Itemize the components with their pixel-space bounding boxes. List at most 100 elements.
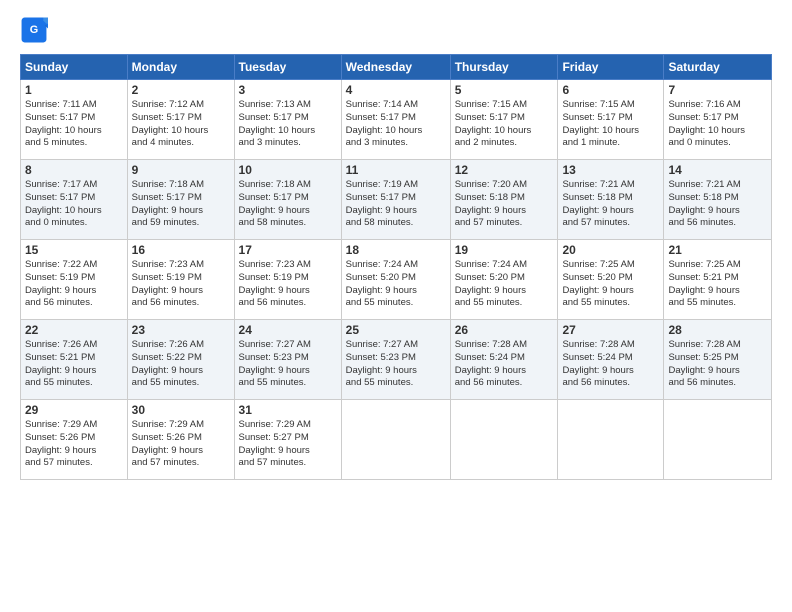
day-number: 21 [668,243,767,257]
calendar-body: 1 Sunrise: 7:11 AM Sunset: 5:17 PM Daylig… [21,80,772,480]
day-number: 29 [25,403,123,417]
day-number: 25 [346,323,446,337]
day-info: Sunrise: 7:14 AM Sunset: 5:17 PM Dayligh… [346,99,446,150]
calendar-header: SundayMondayTuesdayWednesdayThursdayFrid… [21,55,772,80]
day-info: Sunrise: 7:29 AM Sunset: 5:26 PM Dayligh… [132,419,230,470]
day-info: Sunrise: 7:24 AM Sunset: 5:20 PM Dayligh… [455,259,554,310]
day-number: 14 [668,163,767,177]
calendar-cell: 2Sunrise: 7:12 AM Sunset: 5:17 PM Daylig… [127,80,234,160]
calendar-cell: 24Sunrise: 7:27 AM Sunset: 5:23 PM Dayli… [234,320,341,400]
calendar-cell: 19 Sunrise: 7:24 AM Sunset: 5:20 PM Dayli… [450,240,558,320]
calendar-cell: 17 Sunrise: 7:23 AM Sunset: 5:19 PM Dayli… [234,240,341,320]
calendar-cell [341,400,450,480]
logo: G [20,16,52,44]
week-row-1: 1 Sunrise: 7:11 AM Sunset: 5:17 PM Daylig… [21,80,772,160]
day-info: Sunrise: 7:24 AM Sunset: 5:20 PM Dayligh… [346,259,446,310]
day-info: Sunrise: 7:28 AM Sunset: 5:24 PM Dayligh… [455,339,554,390]
calendar-cell: 18 Sunrise: 7:24 AM Sunset: 5:20 PM Dayli… [341,240,450,320]
day-number: 4 [346,83,446,97]
calendar-cell: 10Sunrise: 7:18 AM Sunset: 5:17 PM Dayli… [234,160,341,240]
day-info: Sunrise: 7:25 AM Sunset: 5:20 PM Dayligh… [562,259,659,310]
calendar-cell: 4 Sunrise: 7:14 AM Sunset: 5:17 PM Daylig… [341,80,450,160]
week-row-5: 29 Sunrise: 7:29 AM Sunset: 5:26 PM Dayli… [21,400,772,480]
day-number: 7 [668,83,767,97]
day-number: 6 [562,83,659,97]
day-number: 23 [132,323,230,337]
day-number: 22 [25,323,123,337]
calendar-cell: 13 Sunrise: 7:21 AM Sunset: 5:18 PM Dayli… [558,160,664,240]
day-info: Sunrise: 7:27 AM Sunset: 5:23 PM Dayligh… [346,339,446,390]
day-number: 17 [239,243,337,257]
day-number: 12 [455,163,554,177]
day-number: 3 [239,83,337,97]
calendar-cell: 26Sunrise: 7:28 AM Sunset: 5:24 PM Dayli… [450,320,558,400]
day-number: 27 [562,323,659,337]
day-info: Sunrise: 7:19 AM Sunset: 5:17 PM Dayligh… [346,179,446,230]
column-header-saturday: Saturday [664,55,772,80]
day-info: Sunrise: 7:28 AM Sunset: 5:24 PM Dayligh… [562,339,659,390]
page: G SundayMondayTuesdayWednesdayThursdayFr… [0,0,792,612]
day-number: 31 [239,403,337,417]
calendar-cell: 15Sunrise: 7:22 AM Sunset: 5:19 PM Dayli… [21,240,128,320]
day-number: 18 [346,243,446,257]
calendar-cell [664,400,772,480]
week-row-4: 22 Sunrise: 7:26 AM Sunset: 5:21 PM Dayli… [21,320,772,400]
day-info: Sunrise: 7:20 AM Sunset: 5:18 PM Dayligh… [455,179,554,230]
day-number: 5 [455,83,554,97]
day-info: Sunrise: 7:23 AM Sunset: 5:19 PM Dayligh… [132,259,230,310]
header-row: SundayMondayTuesdayWednesdayThursdayFrid… [21,55,772,80]
day-info: Sunrise: 7:11 AM Sunset: 5:17 PM Dayligh… [25,99,123,150]
header: G [20,16,772,44]
column-header-thursday: Thursday [450,55,558,80]
day-info: Sunrise: 7:16 AM Sunset: 5:17 PM Dayligh… [668,99,767,150]
day-number: 11 [346,163,446,177]
day-info: Sunrise: 7:18 AM Sunset: 5:17 PM Dayligh… [239,179,337,230]
day-info: Sunrise: 7:28 AM Sunset: 5:25 PM Dayligh… [668,339,767,390]
day-number: 30 [132,403,230,417]
calendar-cell: 29 Sunrise: 7:29 AM Sunset: 5:26 PM Dayli… [21,400,128,480]
day-number: 13 [562,163,659,177]
day-number: 1 [25,83,123,97]
calendar-cell: 27 Sunrise: 7:28 AM Sunset: 5:24 PM Dayli… [558,320,664,400]
day-number: 28 [668,323,767,337]
week-row-3: 15Sunrise: 7:22 AM Sunset: 5:19 PM Dayli… [21,240,772,320]
calendar-cell: 31 Sunrise: 7:29 AM Sunset: 5:27 PM Dayli… [234,400,341,480]
day-info: Sunrise: 7:13 AM Sunset: 5:17 PM Dayligh… [239,99,337,150]
day-info: Sunrise: 7:18 AM Sunset: 5:17 PM Dayligh… [132,179,230,230]
day-info: Sunrise: 7:12 AM Sunset: 5:17 PM Dayligh… [132,99,230,150]
calendar-cell: 16 Sunrise: 7:23 AM Sunset: 5:19 PM Dayli… [127,240,234,320]
day-info: Sunrise: 7:29 AM Sunset: 5:26 PM Dayligh… [25,419,123,470]
day-info: Sunrise: 7:15 AM Sunset: 5:17 PM Dayligh… [562,99,659,150]
week-row-2: 8Sunrise: 7:17 AM Sunset: 5:17 PM Daylig… [21,160,772,240]
day-info: Sunrise: 7:26 AM Sunset: 5:21 PM Dayligh… [25,339,123,390]
column-header-wednesday: Wednesday [341,55,450,80]
day-number: 9 [132,163,230,177]
calendar-cell: 14Sunrise: 7:21 AM Sunset: 5:18 PM Dayli… [664,160,772,240]
calendar-cell: 8Sunrise: 7:17 AM Sunset: 5:17 PM Daylig… [21,160,128,240]
day-info: Sunrise: 7:15 AM Sunset: 5:17 PM Dayligh… [455,99,554,150]
column-header-monday: Monday [127,55,234,80]
day-info: Sunrise: 7:17 AM Sunset: 5:17 PM Dayligh… [25,179,123,230]
calendar-cell: 6 Sunrise: 7:15 AM Sunset: 5:17 PM Daylig… [558,80,664,160]
day-info: Sunrise: 7:21 AM Sunset: 5:18 PM Dayligh… [562,179,659,230]
column-header-sunday: Sunday [21,55,128,80]
svg-text:G: G [30,24,38,36]
calendar-cell: 30 Sunrise: 7:29 AM Sunset: 5:26 PM Dayli… [127,400,234,480]
day-info: Sunrise: 7:29 AM Sunset: 5:27 PM Dayligh… [239,419,337,470]
calendar-cell [450,400,558,480]
day-info: Sunrise: 7:23 AM Sunset: 5:19 PM Dayligh… [239,259,337,310]
logo-icon: G [20,16,48,44]
column-header-friday: Friday [558,55,664,80]
calendar-cell: 5 Sunrise: 7:15 AM Sunset: 5:17 PM Daylig… [450,80,558,160]
day-number: 16 [132,243,230,257]
calendar-cell: 22 Sunrise: 7:26 AM Sunset: 5:21 PM Dayli… [21,320,128,400]
calendar: SundayMondayTuesdayWednesdayThursdayFrid… [20,54,772,480]
day-number: 19 [455,243,554,257]
calendar-cell: 9 Sunrise: 7:18 AM Sunset: 5:17 PM Daylig… [127,160,234,240]
calendar-cell: 7 Sunrise: 7:16 AM Sunset: 5:17 PM Daylig… [664,80,772,160]
day-number: 24 [239,323,337,337]
calendar-cell: 20 Sunrise: 7:25 AM Sunset: 5:20 PM Dayli… [558,240,664,320]
day-number: 15 [25,243,123,257]
day-number: 20 [562,243,659,257]
calendar-cell: 11 Sunrise: 7:19 AM Sunset: 5:17 PM Dayli… [341,160,450,240]
